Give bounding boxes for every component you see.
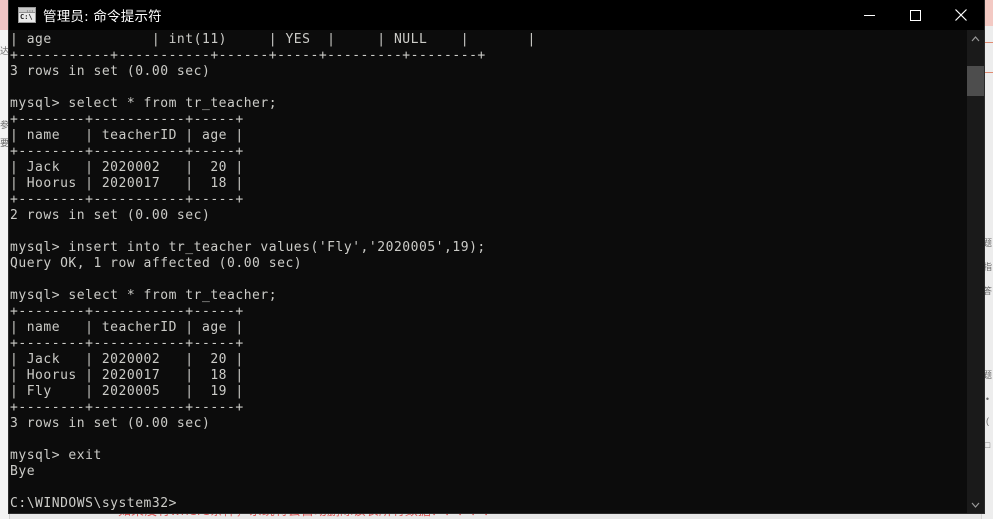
title-bar[interactable]: ••• C:\ 管理员: 命令提示符 xyxy=(9,0,984,30)
terminal-line: +--------+-----------+-----+ xyxy=(10,192,244,207)
minimize-button[interactable] xyxy=(846,0,892,30)
terminal-line: C:\WINDOWS\system32> xyxy=(10,496,177,511)
command-prompt-icon: ••• C:\ xyxy=(18,7,36,23)
background-left-glyph: 要 xyxy=(0,138,9,148)
terminal-line: Query OK, 1 row affected (0.00 sec) xyxy=(10,256,303,271)
terminal-output[interactable]: | age | int(11) | YES | | NULL | | +-----… xyxy=(9,30,966,513)
terminal-line: mysql> exit xyxy=(10,448,102,463)
terminal-line: +-----------+-----------+------+-----+--… xyxy=(10,48,486,63)
terminal-line: 2 rows in set (0.00 sec) xyxy=(10,208,211,223)
terminal-line: mysql> insert into tr_teacher values('Fl… xyxy=(10,240,486,255)
window-title: 管理员: 命令提示符 xyxy=(43,9,162,25)
chevron-down-icon xyxy=(971,502,980,508)
scrollbar-thumb[interactable] xyxy=(967,66,984,96)
terminal-line: Bye xyxy=(10,464,36,479)
terminal-line: 3 rows in set (0.00 sec) xyxy=(10,416,211,431)
chevron-up-icon xyxy=(971,35,980,41)
maximize-icon xyxy=(909,9,921,21)
terminal-line: | Jack | 2020002 | 20 | xyxy=(10,160,244,175)
terminal-scrollbar[interactable] xyxy=(966,30,984,513)
terminal-area[interactable]: | age | int(11) | YES | | NULL | | +-----… xyxy=(9,30,984,513)
maximize-button[interactable] xyxy=(892,0,938,30)
terminal-line: | Hoorus | 2020017 | 18 | xyxy=(10,176,244,191)
terminal-line: | Hoorus | 2020017 | 18 | xyxy=(10,368,244,383)
minimize-icon xyxy=(863,14,875,16)
background-left-highlight xyxy=(0,0,9,30)
terminal-line: | name | teacherID | age | xyxy=(10,128,244,143)
terminal-line: +--------+-----------+-----+ xyxy=(10,144,244,159)
background-left-glyph: 达 xyxy=(0,46,9,56)
terminal-line: +--------+-----------+-----+ xyxy=(10,304,244,319)
scroll-down-arrow-icon[interactable] xyxy=(967,496,984,513)
terminal-line: | age | int(11) | YES | | NULL | | xyxy=(10,32,536,47)
window-controls xyxy=(846,0,984,30)
background-left-glyph: 参 xyxy=(0,120,9,130)
terminal-line: mysql> select * from tr_teacher; xyxy=(10,96,278,111)
command-prompt-window: ••• C:\ 管理员: 命令提示符 | age | int(11) | YES… xyxy=(9,0,984,513)
terminal-line: | name | teacherID | age | xyxy=(10,320,244,335)
app-icon-prompt-glyph: C:\ xyxy=(20,13,33,21)
terminal-line: 3 rows in set (0.00 sec) xyxy=(10,64,211,79)
close-icon xyxy=(955,9,967,21)
terminal-line: +--------+-----------+-----+ xyxy=(10,400,244,415)
terminal-line: | Fly | 2020005 | 19 | xyxy=(10,384,244,399)
page-root: 达 参 要 题 指 答 题 • ( □ 如果没有where条件，系统将会自动删除… xyxy=(0,0,993,519)
terminal-line: | Jack | 2020002 | 20 | xyxy=(10,352,244,367)
close-button[interactable] xyxy=(938,0,984,30)
terminal-line: +--------+-----------+-----+ xyxy=(10,112,244,127)
scroll-up-arrow-icon[interactable] xyxy=(967,30,984,47)
terminal-line: mysql> select * from tr_teacher; xyxy=(10,288,278,303)
terminal-line: +--------+-----------+-----+ xyxy=(10,336,244,351)
